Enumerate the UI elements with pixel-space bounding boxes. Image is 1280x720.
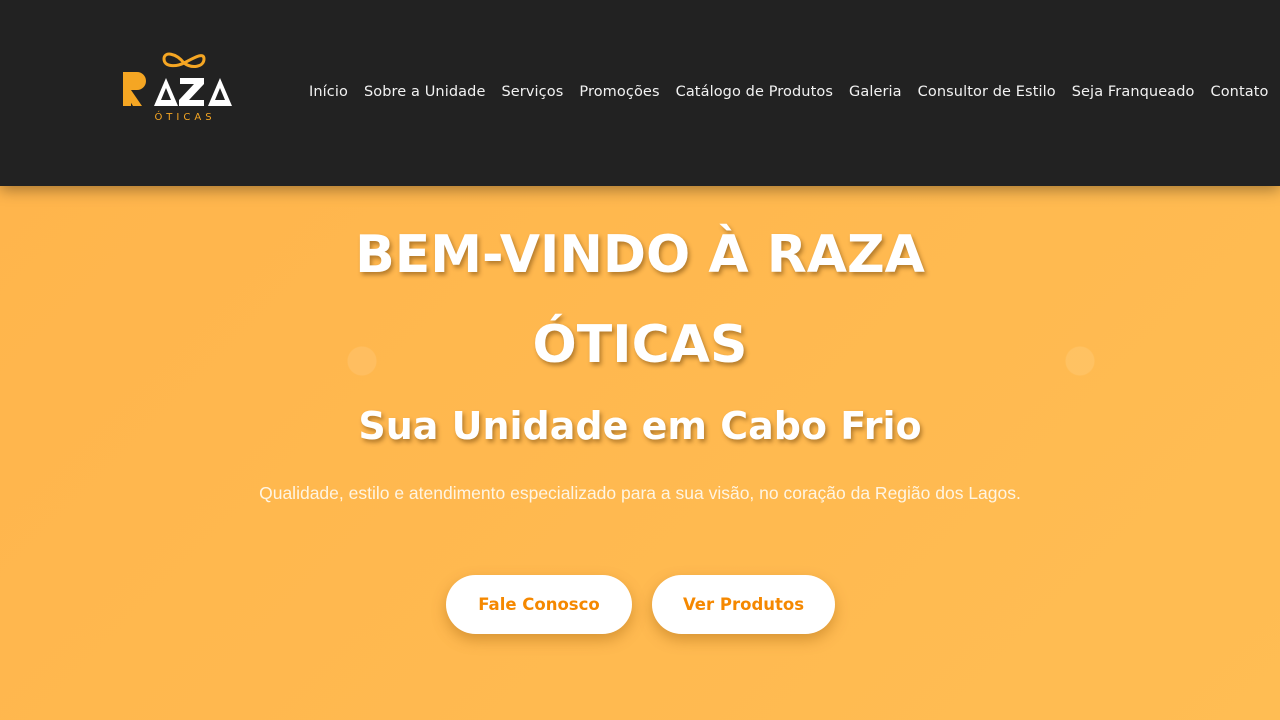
nav-item-galeria[interactable]: Galeria <box>849 82 902 102</box>
hero-section: BEM-VINDO À RAZA ÓTICAS Sua Unidade em C… <box>0 186 1280 720</box>
nav-item-servicos[interactable]: Serviços <box>501 82 563 102</box>
hero-subtitle: Sua Unidade em Cabo Frio <box>358 404 922 448</box>
hero-title: BEM-VINDO À RAZA ÓTICAS <box>355 225 925 375</box>
nav-item-sobre[interactable]: Sobre a Unidade <box>364 82 486 102</box>
nav-item-promocoes[interactable]: Promoções <box>579 82 659 102</box>
site-header: ÓTICAS Início Sobre a Unidade Serviços P… <box>0 0 1280 186</box>
contact-button[interactable]: Fale Conosco <box>446 575 632 634</box>
hero-description: Qualidade, estilo e atendimento especial… <box>259 483 1021 503</box>
main-nav: Início Sobre a Unidade Serviços Promoçõe… <box>309 82 1280 102</box>
nav-item-contato[interactable]: Contato <box>1210 82 1268 102</box>
nav-item-catalogo[interactable]: Catálogo de Produtos <box>676 82 833 102</box>
nav-item-franqueado[interactable]: Seja Franqueado <box>1072 82 1195 102</box>
infinity-icon <box>162 52 206 68</box>
raza-oticas-logo: ÓTICAS <box>123 52 232 123</box>
nav-item-consultor[interactable]: Consultor de Estilo <box>918 82 1056 102</box>
nav-item-inicio[interactable]: Início <box>309 82 348 102</box>
logo-subtext: ÓTICAS <box>154 110 215 123</box>
view-products-button[interactable]: Ver Produtos <box>652 575 835 634</box>
